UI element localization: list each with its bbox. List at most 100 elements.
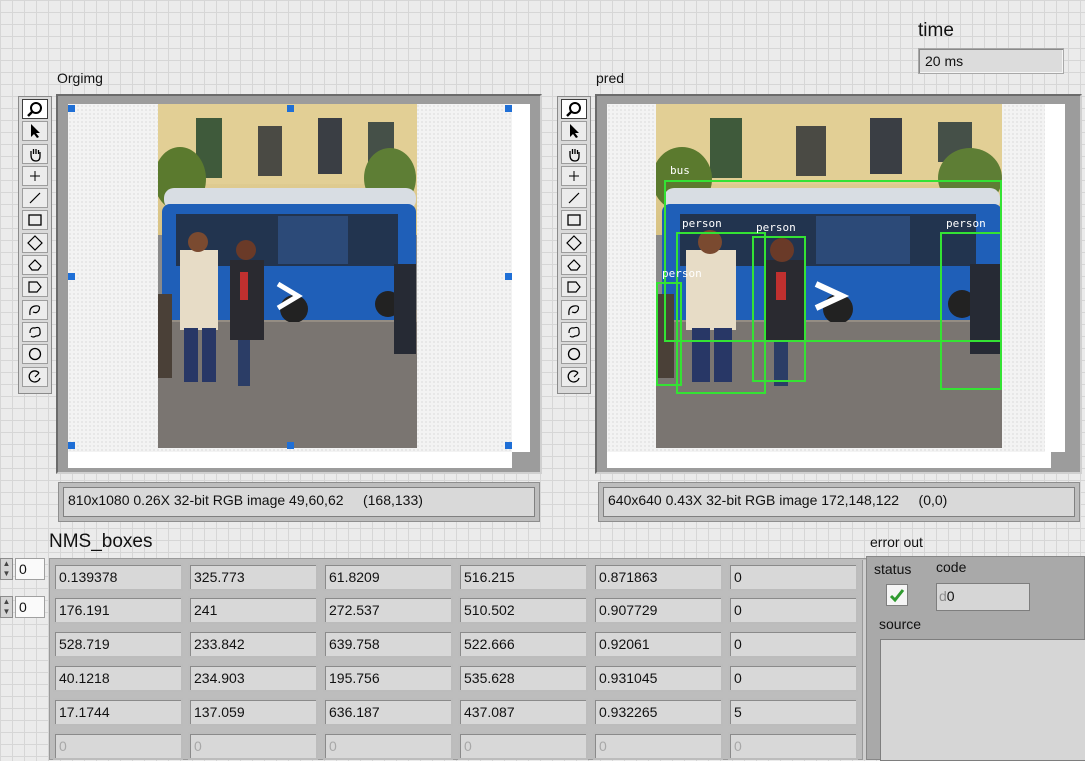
nms-cell[interactable]: 17.1744 (53, 698, 183, 726)
pred-image-display[interactable]: bus person person person person (595, 94, 1082, 474)
row-index-spinner[interactable]: ▲ ▼ (0, 558, 13, 580)
pred-tool-palette (557, 96, 591, 394)
orig-image-display[interactable] (56, 94, 542, 474)
tool-line[interactable] (22, 188, 48, 209)
nms-cell[interactable]: 241 (188, 596, 318, 624)
nms-cell[interactable]: 0 (593, 732, 723, 760)
tool-freehand[interactable] (22, 299, 48, 320)
orig-roi-handle[interactable] (68, 273, 75, 280)
orig-roi-handle[interactable] (287, 442, 294, 449)
tool-oval[interactable] (561, 344, 587, 365)
col-index-value[interactable]: 0 (15, 596, 45, 618)
nms-cell[interactable]: 0 (728, 732, 858, 760)
tool-polygon[interactable] (561, 277, 587, 298)
tool-pointer[interactable] (22, 121, 48, 142)
nms-cell[interactable]: 0.907729 (593, 596, 723, 624)
orig-roi-handle[interactable] (68, 442, 75, 449)
nms-cell[interactable]: 40.1218 (53, 664, 183, 692)
tool-polygon[interactable] (22, 277, 48, 298)
nms-cell[interactable]: 0 (728, 664, 858, 692)
tool-pointer[interactable] (561, 121, 587, 142)
tool-rectangle[interactable] (22, 210, 48, 231)
rotated-oval-icon (28, 369, 41, 383)
tool-point[interactable] (561, 165, 587, 186)
nms-cell[interactable]: 137.059 (188, 698, 318, 726)
nms-cell[interactable]: 0 (53, 732, 183, 760)
nms-cell[interactable]: 516.215 (458, 563, 588, 591)
time-label: time (918, 20, 954, 41)
nms-cell[interactable]: 325.773 (188, 563, 318, 591)
nms-cell[interactable]: 0 (323, 732, 453, 760)
orig-vertical-scroll[interactable] (512, 104, 530, 452)
nms-cell[interactable]: 233.842 (188, 630, 318, 658)
tool-pan-hand[interactable] (561, 143, 587, 164)
tool-rotated-rectangle[interactable] (561, 232, 587, 253)
error-code-value: 0 (946, 588, 955, 604)
nms-col-index[interactable]: ▲ ▼ 0 (0, 594, 46, 620)
pred-horizontal-scroll[interactable] (607, 452, 1051, 468)
point-icon (30, 170, 40, 181)
pointer-icon (570, 124, 579, 139)
nms-cell[interactable]: 0.92061 (593, 630, 723, 658)
nms-cell[interactable]: 0 (188, 732, 318, 760)
error-out-cluster: status code d0 source (866, 556, 1085, 761)
orig-image-label: Orgimg (57, 70, 103, 86)
col-index-spinner[interactable]: ▲ ▼ (0, 596, 13, 618)
tool-oval[interactable] (22, 344, 48, 365)
tool-rotated-oval[interactable] (561, 366, 587, 387)
orig-roi-handle[interactable] (68, 105, 75, 112)
nms-cell[interactable]: 5 (728, 698, 858, 726)
nms-cell[interactable]: 0.871863 (593, 563, 723, 591)
nms-cell[interactable]: 0 (728, 563, 858, 591)
nms-cell[interactable]: 0.931045 (593, 664, 723, 692)
nms-cell[interactable]: 636.187 (323, 698, 453, 726)
detection-label: person (662, 267, 702, 280)
nms-cell[interactable]: 195.756 (323, 664, 453, 692)
nms-cell[interactable]: 510.502 (458, 596, 588, 624)
orig-photo (158, 104, 417, 448)
nms-cell[interactable]: 272.537 (323, 596, 453, 624)
orig-roi-handle[interactable] (505, 273, 512, 280)
nms-cell[interactable]: 0.139378 (53, 563, 183, 591)
polygon-icon (28, 281, 42, 293)
orig-tool-palette (18, 96, 52, 394)
orig-roi-handle[interactable] (505, 105, 512, 112)
nms-cell[interactable]: 639.758 (323, 630, 453, 658)
nms-cell[interactable]: 234.903 (188, 664, 318, 692)
nms-cell[interactable]: 0.932265 (593, 698, 723, 726)
pred-image-label: pred (596, 70, 625, 86)
detection-label: person (946, 217, 986, 230)
tool-annulus[interactable] (561, 255, 587, 276)
tool-annulus[interactable] (22, 255, 48, 276)
orig-roi-handle[interactable] (505, 442, 512, 449)
tool-broken-line[interactable] (22, 321, 48, 342)
tool-line[interactable] (561, 188, 587, 209)
nms-row-index[interactable]: ▲ ▼ 0 (0, 556, 46, 582)
nms-boxes-label: NMS_boxes (49, 531, 153, 552)
pred-vertical-scroll[interactable] (1045, 104, 1065, 452)
nms-cell[interactable]: 61.8209 (323, 563, 453, 591)
tool-zoom[interactable] (561, 99, 587, 119)
nms-cell[interactable]: 0 (728, 596, 858, 624)
nms-cell[interactable]: 522.666 (458, 630, 588, 658)
nms-cell[interactable]: 176.191 (53, 596, 183, 624)
orig-horizontal-scroll[interactable] (68, 452, 512, 468)
tool-rotated-rectangle[interactable] (22, 232, 48, 253)
tool-rectangle[interactable] (561, 210, 587, 231)
nms-cell[interactable]: 0 (458, 732, 588, 760)
row-index-value[interactable]: 0 (15, 558, 45, 580)
tool-broken-line[interactable] (561, 321, 587, 342)
tool-point[interactable] (22, 165, 48, 186)
oval-icon (28, 348, 42, 361)
tool-freehand[interactable] (561, 299, 587, 320)
tool-rotated-oval[interactable] (22, 366, 48, 387)
tool-pan-hand[interactable] (22, 143, 48, 164)
nms-cell[interactable]: 535.628 (458, 664, 588, 692)
line-icon (568, 192, 580, 204)
pan-hand-icon (569, 148, 580, 162)
orig-roi-handle[interactable] (287, 105, 294, 112)
nms-cell[interactable]: 528.719 (53, 630, 183, 658)
tool-zoom[interactable] (22, 99, 48, 119)
nms-cell[interactable]: 437.087 (458, 698, 588, 726)
nms-cell[interactable]: 0 (728, 630, 858, 658)
